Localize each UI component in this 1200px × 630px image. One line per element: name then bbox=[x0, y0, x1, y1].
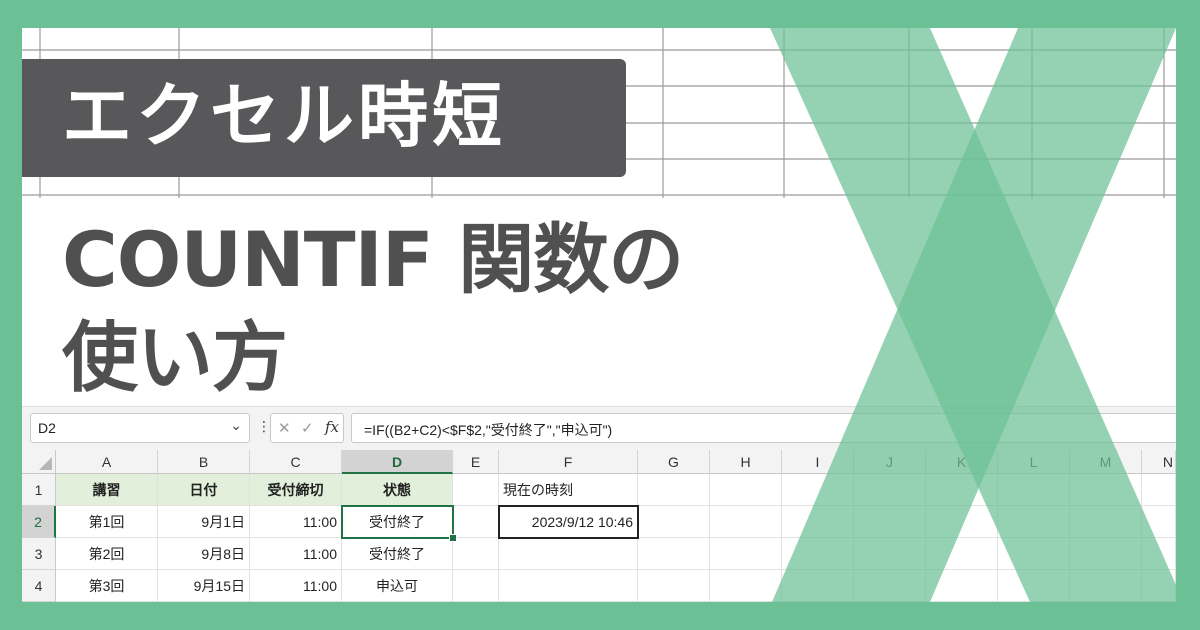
article-title-line-1: COUNTIF 関数の bbox=[62, 215, 684, 304]
chevron-down-icon[interactable]: ⌄ bbox=[230, 418, 242, 434]
column-header-h[interactable]: H bbox=[710, 450, 782, 474]
formula-bar: D2 ⌄ ⋮ ✕ ✓ fx =IF((B2+C2)<$F$2,"受付終了","申… bbox=[22, 406, 1176, 451]
worksheet-grid: A B C D E F G H I J K L M N 1 2 3 4 講習 日… bbox=[22, 450, 1176, 602]
banner-title: エクセル時短 bbox=[62, 75, 506, 157]
check-icon[interactable]: ✓ bbox=[301, 419, 314, 437]
select-all-icon[interactable] bbox=[22, 450, 56, 474]
column-header-k[interactable]: K bbox=[926, 450, 998, 474]
formula-input[interactable]: =IF((B2+C2)<$F$2,"受付終了","申込可") bbox=[351, 413, 1176, 443]
column-header-g[interactable]: G bbox=[638, 450, 710, 474]
column-header-i[interactable]: I bbox=[782, 450, 854, 474]
column-header-l[interactable]: L bbox=[998, 450, 1070, 474]
column-gridlines bbox=[709, 474, 1142, 602]
formula-buttons: ✕ ✓ fx bbox=[270, 413, 344, 443]
close-icon[interactable]: ✕ bbox=[278, 419, 291, 437]
column-header-j[interactable]: J bbox=[854, 450, 926, 474]
column-header-f[interactable]: F bbox=[499, 450, 638, 474]
more-vertical-icon[interactable]: ⋮ bbox=[257, 419, 271, 435]
column-header-a[interactable]: A bbox=[56, 450, 158, 474]
column-header-c[interactable]: C bbox=[250, 450, 342, 474]
name-box[interactable]: D2 ⌄ bbox=[30, 413, 250, 443]
name-box-value: D2 bbox=[38, 420, 56, 436]
formula-text: =IF((B2+C2)<$F$2,"受付終了","申込可") bbox=[364, 422, 613, 438]
column-header-b[interactable]: B bbox=[158, 450, 250, 474]
column-header-d[interactable]: D bbox=[342, 450, 453, 474]
function-icon[interactable]: fx bbox=[325, 418, 339, 436]
column-header-m[interactable]: M bbox=[1070, 450, 1142, 474]
column-header-n[interactable]: N bbox=[1142, 450, 1176, 474]
thumbnail-canvas: エクセル時短 COUNTIF 関数の 使い方 D2 ⌄ ⋮ ✕ ✓ fx =IF… bbox=[0, 0, 1200, 630]
article-title-line-2: 使い方 bbox=[62, 313, 288, 402]
category-banner: エクセル時短 bbox=[22, 59, 626, 177]
fill-handle[interactable] bbox=[449, 534, 457, 542]
column-header-e[interactable]: E bbox=[453, 450, 499, 474]
content-card: エクセル時短 COUNTIF 関数の 使い方 D2 ⌄ ⋮ ✕ ✓ fx =IF… bbox=[22, 28, 1176, 602]
